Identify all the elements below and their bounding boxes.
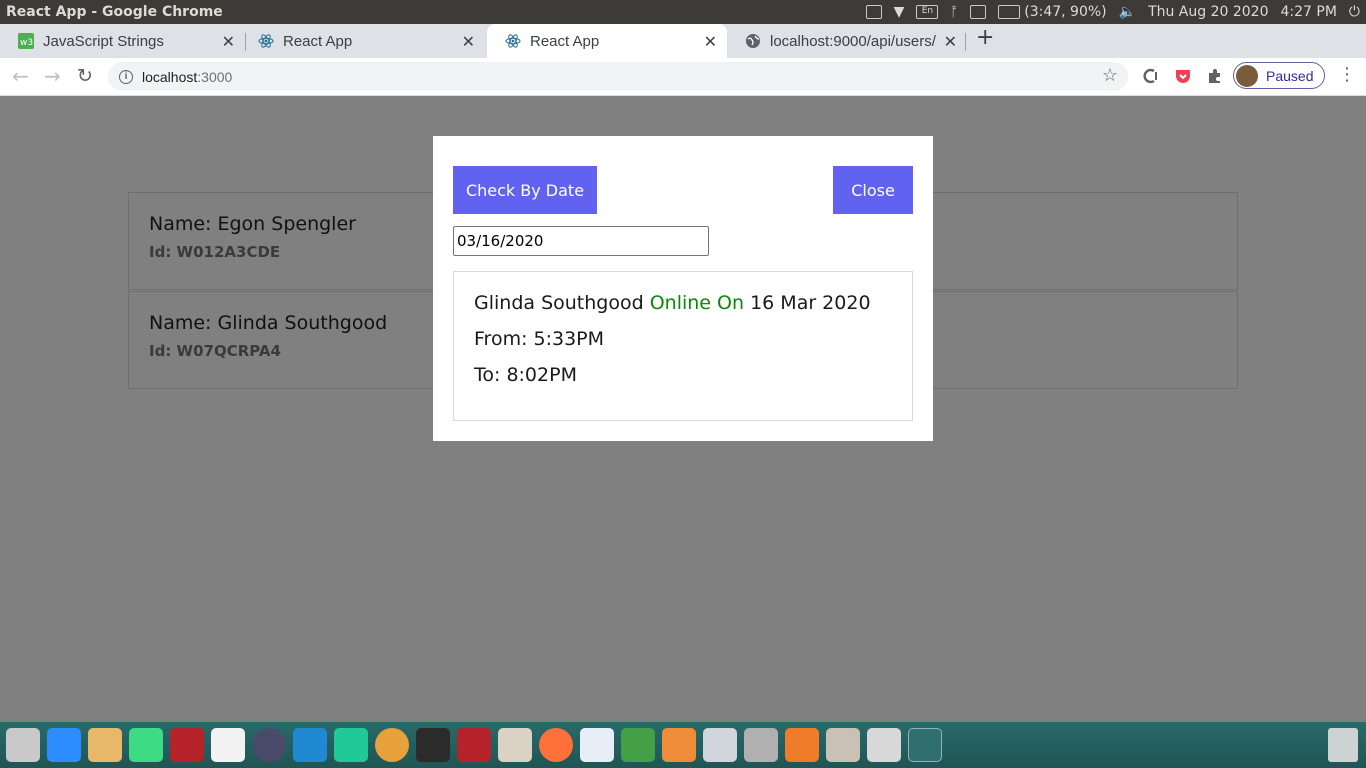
software-updater-icon[interactable] bbox=[703, 728, 737, 762]
user-id: Id: W07QCRPA4 bbox=[149, 342, 281, 360]
system-tray: ▼ En ᚩ (3:47, 90%) 🔈 Thu Aug 20 2020 4:2… bbox=[865, 4, 1360, 20]
close-tab-icon[interactable]: ✕ bbox=[944, 32, 957, 52]
react-icon bbox=[505, 33, 521, 49]
workspace-switcher-icon[interactable] bbox=[908, 728, 942, 762]
settings-gear-icon[interactable] bbox=[252, 728, 286, 762]
site-info-icon[interactable]: i bbox=[119, 69, 133, 84]
chrome-menu-icon[interactable]: ⋮ bbox=[1338, 66, 1356, 84]
extension-c-icon[interactable] bbox=[1143, 68, 1159, 84]
writer-icon[interactable] bbox=[580, 728, 614, 762]
close-tab-icon[interactable]: ✕ bbox=[222, 32, 235, 52]
close-tab-icon[interactable]: ✕ bbox=[704, 32, 717, 52]
date-input[interactable] bbox=[453, 226, 709, 256]
tab-react-app-1[interactable]: React App ✕ bbox=[240, 24, 485, 58]
online-status: Online On bbox=[649, 292, 745, 314]
activity-modal: Check By Date Close Glinda Southgood Onl… bbox=[433, 136, 933, 441]
tab-api-users[interactable]: localhost:9000/api/users/ ✕ bbox=[727, 24, 967, 58]
result-date: 16 Mar 2020 bbox=[750, 292, 871, 314]
user-name: Name: Glinda Southgood bbox=[149, 312, 388, 334]
chrome-icon[interactable] bbox=[375, 728, 409, 762]
keyboard-layout-indicator[interactable]: En bbox=[916, 5, 939, 19]
forward-arrow-icon[interactable]: → bbox=[44, 64, 61, 88]
impress-icon[interactable] bbox=[662, 728, 696, 762]
time-label[interactable]: 4:27 PM bbox=[1281, 4, 1337, 20]
reload-icon[interactable]: ↻ bbox=[77, 64, 93, 88]
battery-text: (3:47, 90%) bbox=[1024, 4, 1107, 20]
user-id: Id: W012A3CDE bbox=[149, 243, 281, 261]
tab-javascript-strings[interactable]: w3 JavaScript Strings ✕ bbox=[0, 24, 245, 58]
screenshot-icon[interactable] bbox=[865, 5, 882, 19]
volume-icon[interactable]: 🔈 bbox=[1119, 4, 1136, 20]
close-button[interactable]: Close bbox=[833, 166, 913, 214]
address-port: :3000 bbox=[197, 68, 233, 85]
bookmark-star-icon[interactable]: ☆ bbox=[1102, 65, 1118, 86]
address-bar[interactable]: i localhost:3000 ☆ bbox=[108, 62, 1128, 91]
globe-icon bbox=[745, 33, 761, 49]
checklist-icon[interactable] bbox=[867, 728, 901, 762]
wifi-icon[interactable]: ▼ bbox=[894, 4, 905, 20]
battery-indicator[interactable]: (3:47, 90%) bbox=[998, 4, 1107, 20]
result-to: To: 8:02PM bbox=[474, 364, 577, 386]
notes-app-icon[interactable] bbox=[334, 728, 368, 762]
browser-toolbar: ← → ↻ i localhost:3000 ☆ Paused ⋮ bbox=[0, 58, 1366, 96]
result-person: Glinda Southgood bbox=[474, 292, 644, 314]
system-top-panel: React App - Google Chrome ▼ En ᚩ (3:47, … bbox=[0, 0, 1366, 24]
pocket-icon[interactable] bbox=[1175, 68, 1191, 84]
tab-title: localhost:9000/api/users/ bbox=[770, 32, 936, 50]
disks-icon[interactable] bbox=[826, 728, 860, 762]
user-name: Name: Egon Spengler bbox=[149, 213, 356, 235]
w3schools-icon: w3 bbox=[18, 33, 34, 49]
check-by-date-button[interactable]: Check By Date bbox=[453, 166, 597, 214]
tab-strip: w3 JavaScript Strings ✕ React App ✕ Reac… bbox=[0, 24, 1366, 58]
document-viewer-icon[interactable] bbox=[211, 728, 245, 762]
file-manager-icon[interactable] bbox=[498, 728, 532, 762]
zoom-icon[interactable] bbox=[47, 728, 81, 762]
result-summary: Glinda Southgood Online On 16 Mar 2020 bbox=[474, 292, 871, 314]
profile-label: Paused bbox=[1266, 67, 1314, 84]
date-label[interactable]: Thu Aug 20 2020 bbox=[1148, 4, 1268, 20]
profile-button[interactable]: Paused bbox=[1233, 62, 1325, 89]
extensions-puzzle-icon[interactable] bbox=[1207, 68, 1223, 84]
battery-icon bbox=[998, 5, 1021, 19]
new-tab-button[interactable]: + bbox=[976, 27, 994, 49]
tab-react-app-active[interactable]: React App ✕ bbox=[487, 24, 727, 58]
react-icon bbox=[258, 33, 274, 49]
close-tab-icon[interactable]: ✕ bbox=[462, 32, 475, 52]
terminal-icon[interactable] bbox=[416, 728, 450, 762]
tab-title: JavaScript Strings bbox=[43, 32, 164, 50]
firefox-icon[interactable] bbox=[539, 728, 573, 762]
result-from: From: 5:33PM bbox=[474, 328, 605, 350]
text-editor-icon[interactable] bbox=[88, 728, 122, 762]
avatar bbox=[1236, 64, 1258, 87]
remote-session-icon[interactable] bbox=[457, 728, 491, 762]
software-center-icon[interactable] bbox=[785, 728, 819, 762]
taskbar-dock bbox=[0, 722, 1366, 768]
tab-title: React App bbox=[530, 32, 600, 50]
activity-result: Glinda Southgood Online On 16 Mar 2020 F… bbox=[453, 271, 913, 421]
vscode-icon[interactable] bbox=[293, 728, 327, 762]
window-title: React App - Google Chrome bbox=[6, 4, 223, 20]
bluetooth-icon[interactable]: ᚩ bbox=[950, 5, 958, 20]
android-studio-icon[interactable] bbox=[129, 728, 163, 762]
power-icon[interactable]: ⏻ bbox=[1349, 4, 1360, 20]
tab-title: React App bbox=[283, 32, 353, 50]
trash-icon[interactable] bbox=[1328, 728, 1358, 762]
calc-icon[interactable] bbox=[621, 728, 655, 762]
system-tools-icon[interactable] bbox=[744, 728, 778, 762]
svg-text:w3: w3 bbox=[20, 38, 33, 48]
address-host: localhost bbox=[142, 68, 198, 85]
launcher-icon[interactable] bbox=[6, 728, 40, 762]
tab-separator bbox=[965, 33, 966, 51]
mail-icon[interactable] bbox=[970, 5, 987, 19]
back-arrow-icon[interactable]: ← bbox=[12, 64, 29, 88]
remote-desktop-icon[interactable] bbox=[170, 728, 204, 762]
